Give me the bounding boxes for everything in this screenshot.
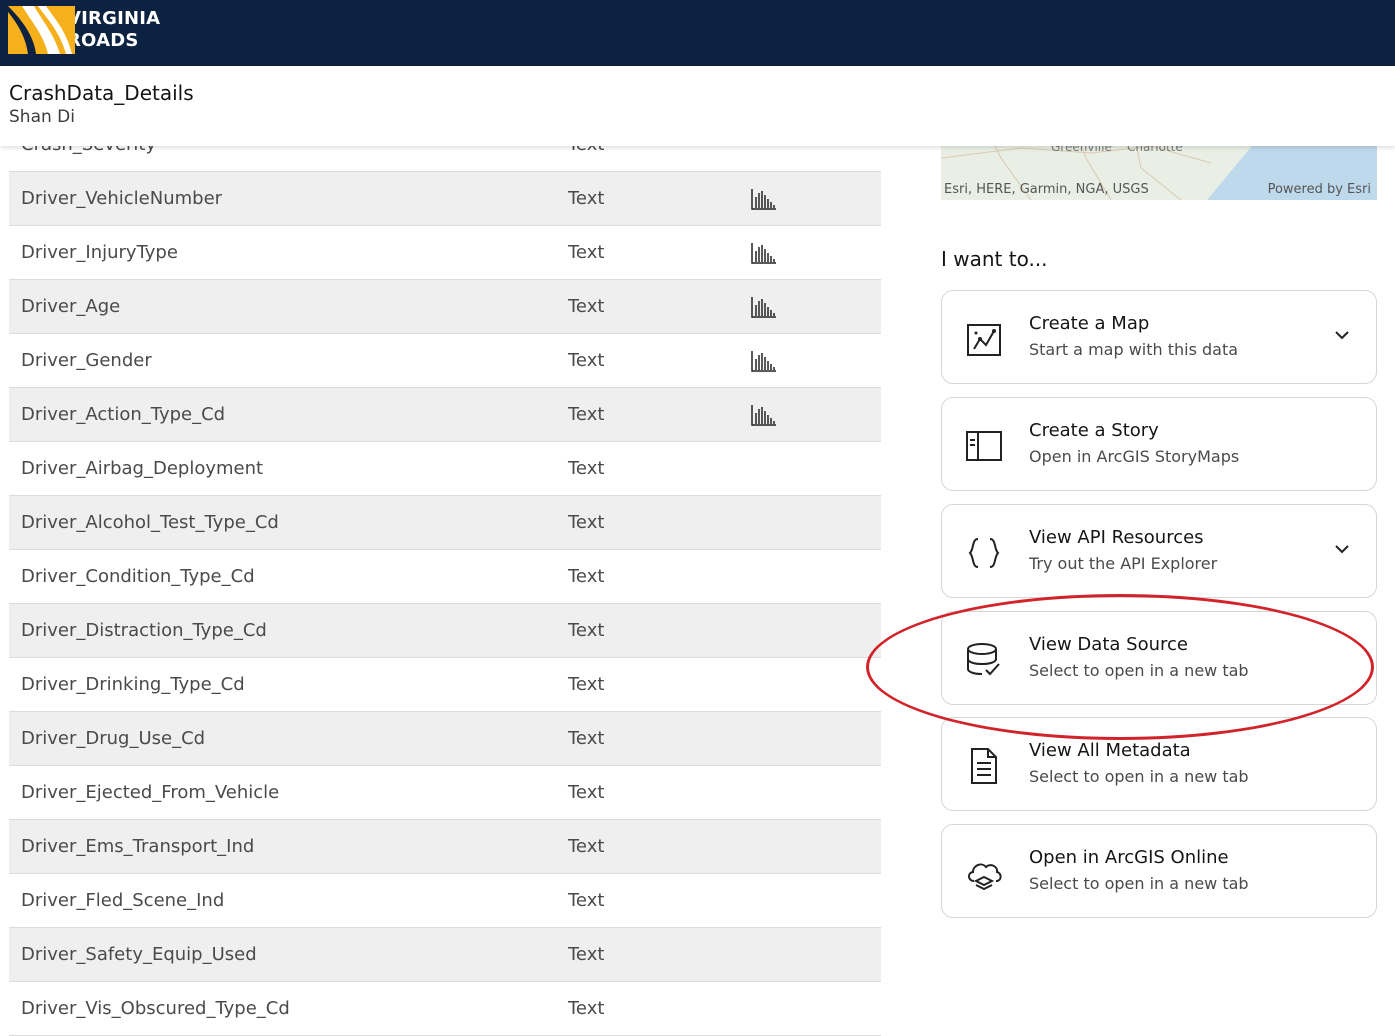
field-type: Text <box>568 782 605 803</box>
card-subtitle: Try out the API Explorer <box>1029 554 1218 573</box>
view-api-resources-card[interactable]: View API Resources Try out the API Explo… <box>941 504 1377 598</box>
field-name: Driver_Airbag_Deployment <box>21 458 264 479</box>
table-row: Driver_Distraction_Type_Cd Text <box>9 604 881 658</box>
card-subtitle: Select to open in a new tab <box>1029 767 1249 786</box>
page-title: CrashData_Details <box>9 81 194 105</box>
table-row: Driver_Condition_Type_Cd Text <box>9 550 881 604</box>
story-icon <box>964 426 1004 466</box>
field-type: Text <box>568 944 605 965</box>
card-title: Create a Story <box>1029 420 1159 441</box>
dataset-title-bar: CrashData_Details Shan Di <box>0 66 1395 146</box>
logo-line-1: VIRGINIA <box>67 8 161 29</box>
field-name: Driver_Alcohol_Test_Type_Cd <box>21 512 279 533</box>
card-subtitle: Start a map with this data <box>1029 340 1239 359</box>
field-name: Driver_Ejected_From_Vehicle <box>21 782 280 803</box>
field-name: Driver_Condition_Type_Cd <box>21 566 255 587</box>
table-row: Driver_Alcohol_Test_Type_Cd Text <box>9 496 881 550</box>
table-row: Driver_Age Text <box>9 280 881 334</box>
card-title: Open in ArcGIS Online <box>1029 847 1229 868</box>
powered-by-esri[interactable]: Powered by Esri <box>1268 182 1371 197</box>
view-all-metadata-card[interactable]: View All Metadata Select to open in a ne… <box>941 717 1377 811</box>
field-name: Driver_Action_Type_Cd <box>21 404 226 425</box>
field-type: Text <box>568 512 605 533</box>
fields-table: Crash_SeverityText Driver_VehicleNumberT… <box>9 118 881 1036</box>
cloud-layers-icon <box>964 853 1004 893</box>
table-row: Driver_Ejected_From_Vehicle Text <box>9 766 881 820</box>
table-row: Driver_Gender Text <box>9 334 881 388</box>
field-type: Text <box>568 188 605 209</box>
road-logo-icon <box>8 6 75 54</box>
open-in-arcgis-online-card[interactable]: Open in ArcGIS Online Select to open in … <box>941 824 1377 918</box>
field-name: Driver_InjuryType <box>21 242 178 263</box>
field-name: Driver_Vis_Obscured_Type_Cd <box>21 998 290 1019</box>
field-name: Driver_Distraction_Type_Cd <box>21 620 267 641</box>
table-row: Driver_InjuryType Text <box>9 226 881 280</box>
field-name: Driver_Drinking_Type_Cd <box>21 674 245 695</box>
field-type: Text <box>568 296 605 317</box>
create-story-card[interactable]: Create a Story Open in ArcGIS StoryMaps <box>941 397 1377 491</box>
card-title: View All Metadata <box>1029 740 1191 761</box>
table-row: Driver_Action_Type_Cd Text <box>9 388 881 442</box>
field-type: Text <box>568 566 605 587</box>
field-name: Driver_Drug_Use_Cd <box>21 728 206 749</box>
field-type: Text <box>568 674 605 695</box>
histogram-icon[interactable] <box>751 349 777 373</box>
field-type: Text <box>568 620 605 641</box>
field-name: Driver_Age <box>21 296 121 317</box>
table-row: Driver_Drinking_Type_Cd Text <box>9 658 881 712</box>
virginia-roads-logo[interactable]: VIRGINIA ROADS <box>8 6 160 54</box>
field-type: Text <box>568 890 605 911</box>
histogram-icon[interactable] <box>751 403 777 427</box>
map-attribution: Esri, HERE, Garmin, NGA, USGS <box>944 182 1149 197</box>
field-name: Driver_Gender <box>21 350 152 371</box>
field-type: Text <box>568 458 605 479</box>
field-type: Text <box>568 728 605 749</box>
create-map-card[interactable]: Create a Map Start a map with this data <box>941 290 1377 384</box>
table-row: Driver_Fled_Scene_Ind Text <box>9 874 881 928</box>
dataset-owner[interactable]: Shan Di <box>9 107 75 127</box>
card-subtitle: Select to open in a new tab <box>1029 661 1249 680</box>
logo-line-2: ROADS <box>67 30 139 51</box>
histogram-icon[interactable] <box>751 241 777 265</box>
card-subtitle: Open in ArcGIS StoryMaps <box>1029 447 1240 466</box>
field-name: Driver_Ems_Transport_Ind <box>21 836 255 857</box>
document-icon <box>964 746 1004 786</box>
top-navigation-bar: VIRGINIA ROADS <box>0 0 1395 66</box>
field-type: Text <box>568 350 605 371</box>
map-icon <box>964 319 1004 359</box>
table-row: Driver_VehicleNumber Text <box>9 172 881 226</box>
actions-heading: I want to... <box>941 247 1048 271</box>
chevron-down-icon[interactable] <box>1334 541 1350 557</box>
chevron-down-icon[interactable] <box>1334 327 1350 343</box>
histogram-icon[interactable] <box>751 187 777 211</box>
field-name: Driver_Fled_Scene_Ind <box>21 890 225 911</box>
field-type: Text <box>568 836 605 857</box>
card-subtitle: Select to open in a new tab <box>1029 874 1249 893</box>
field-type: Text <box>568 404 605 425</box>
table-row: Driver_Safety_Equip_Used Text <box>9 928 881 982</box>
logo-text: VIRGINIA ROADS <box>67 8 160 52</box>
field-type: Text <box>568 998 605 1019</box>
field-name: Driver_VehicleNumber <box>21 188 223 209</box>
card-title: View API Resources <box>1029 527 1204 548</box>
table-row: Driver_Drug_Use_Cd Text <box>9 712 881 766</box>
curly-braces-icon <box>964 533 1004 573</box>
card-title: Create a Map <box>1029 313 1150 334</box>
database-check-icon <box>964 640 1004 680</box>
table-row: Driver_Airbag_Deployment Text <box>9 442 881 496</box>
histogram-icon[interactable] <box>751 295 777 319</box>
field-type: Text <box>568 242 605 263</box>
field-name: Driver_Safety_Equip_Used <box>21 944 257 965</box>
card-title: View Data Source <box>1029 634 1188 655</box>
view-data-source-card[interactable]: View Data Source Select to open in a new… <box>941 611 1377 705</box>
table-row: Driver_Ems_Transport_Ind Text <box>9 820 881 874</box>
table-row: Driver_Vis_Obscured_Type_Cd Text <box>9 982 881 1036</box>
